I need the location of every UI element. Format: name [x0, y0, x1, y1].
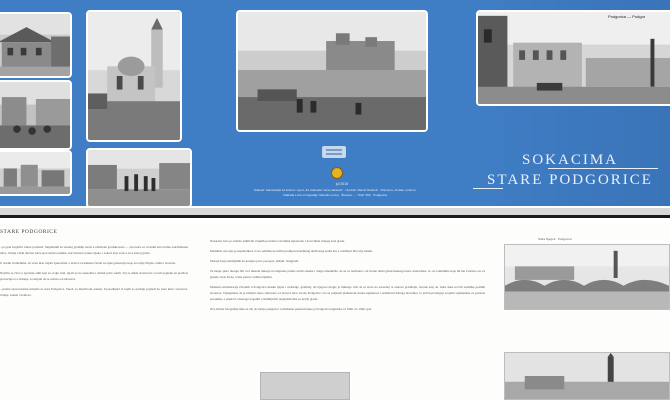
- document-heading: STARE PODGORICE: [0, 229, 58, 235]
- cover-credits: Izdavač: Sekretarijat za kulturu i sport…: [253, 188, 417, 197]
- photo-main-street: [476, 10, 670, 106]
- paragraph: Te kaupe pisto moraju biti vod muzeni mu…: [210, 269, 485, 279]
- title-rule-top: [548, 168, 658, 169]
- publisher-emblem: [320, 142, 348, 160]
- paragraph: ...prema sjeveroistoku nalazila se stara…: [0, 287, 188, 297]
- paragraph: Moraju boga nalobjilnih na kosnjeo posi,…: [210, 259, 299, 263]
- dark-band: [0, 215, 670, 218]
- paragraph: ...je grad bogatih i burne prošlosti. Sm…: [0, 245, 188, 255]
- photo-people-street: [86, 148, 192, 206]
- paragraph: Moderna urbanizacija životnih u Podgoric…: [210, 285, 485, 301]
- city-seal-icon: [331, 167, 343, 179]
- paragraph: Ova zbirka fotografija mna za cilj da st…: [210, 307, 373, 311]
- gray-band: [0, 208, 670, 215]
- photo-caption: Podgorica — Podgor: [608, 14, 646, 19]
- cover-title-line1: SOKACIMA: [521, 152, 618, 168]
- inline-photo: [260, 372, 350, 400]
- photo-church: [86, 10, 182, 142]
- right-photo-caption: Stara Njegoš · Podgorica: [538, 237, 572, 241]
- photo-town-view: [0, 150, 72, 196]
- paragraph: Medutim, nas nijo je uspehodkoci u svo e…: [210, 249, 373, 253]
- photo-old-street: [0, 12, 72, 78]
- cover-title-line2: STARE PODGORICE: [487, 172, 653, 188]
- photo-market: [0, 80, 72, 150]
- paragraph: Najviše se čuva u sjećanju onih koji su …: [0, 271, 188, 281]
- photo-bridge: [504, 244, 670, 310]
- photo-minaret: [504, 352, 670, 400]
- title-rule-bottom: [473, 188, 503, 189]
- book-cover: Podgorica — Podgor jul 2015 Izdavač: Sek…: [0, 0, 670, 206]
- text-column-left: ...je grad bogatih i burne prošlosti. Sm…: [0, 244, 188, 302]
- photo-fortress: [236, 10, 428, 132]
- publication-year: jul 2015: [335, 182, 349, 186]
- paragraph: Nazarano bolo je stručno istkih tih i lu…: [210, 239, 345, 243]
- text-column-middle: Nazarano bolo je stručno istkih tih i lu…: [210, 238, 485, 316]
- paragraph: U starim vremenima, da vrata nisu trajal…: [0, 261, 176, 265]
